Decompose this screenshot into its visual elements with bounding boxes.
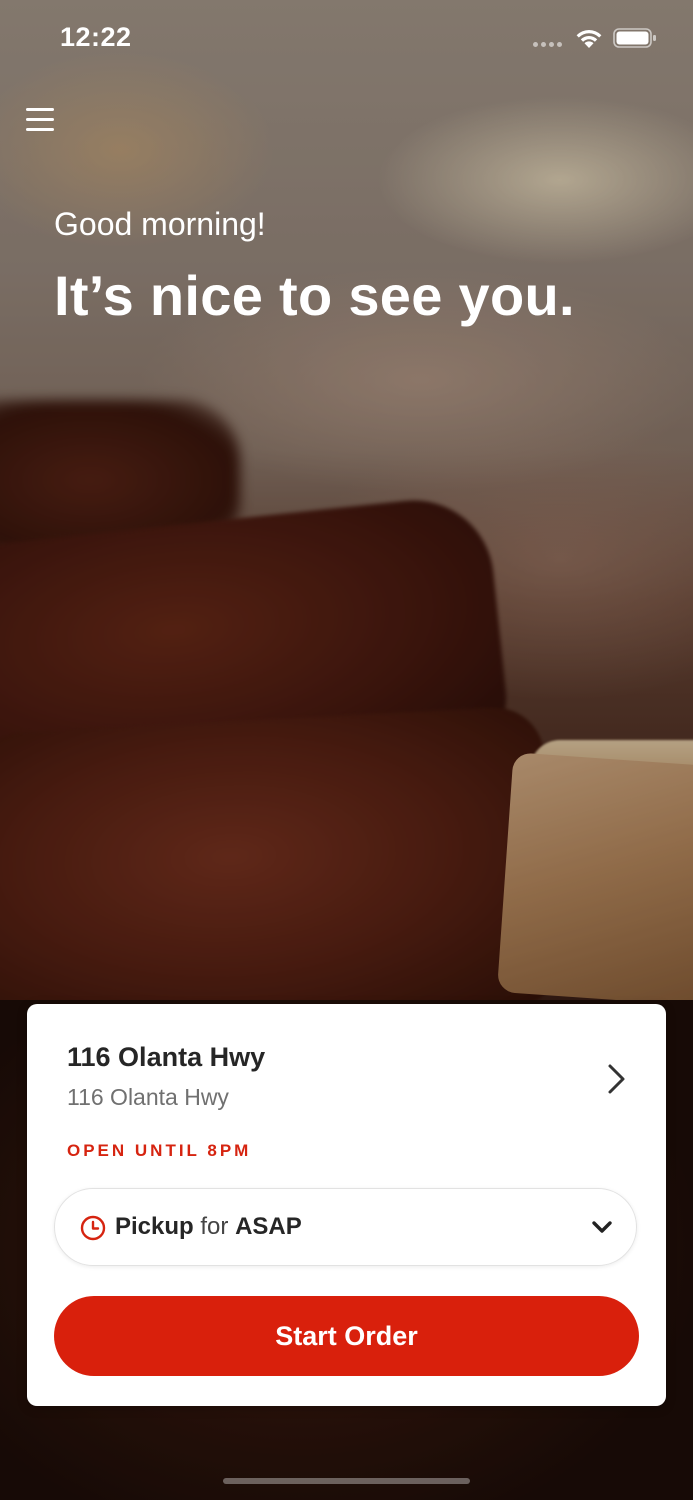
start-order-button[interactable]: Start Order — [54, 1296, 639, 1376]
hamburger-menu-icon[interactable] — [22, 102, 58, 138]
location-card: 116 Olanta Hwy 116 Olanta Hwy OPEN UNTIL… — [27, 1004, 666, 1406]
order-connector: for — [200, 1213, 229, 1240]
battery-icon — [613, 28, 656, 48]
location-name: 116 Olanta Hwy — [67, 1042, 266, 1072]
chevron-down-icon — [592, 1221, 612, 1233]
page-headline: It’s nice to see you. — [54, 264, 575, 327]
clock-icon — [80, 1215, 106, 1241]
wifi-icon — [576, 30, 602, 48]
chevron-right-icon[interactable] — [601, 1062, 631, 1096]
order-time: ASAP — [235, 1213, 302, 1240]
order-type-dropdown[interactable]: Pickup for ASAP — [54, 1188, 637, 1266]
hours-status-badge: OPEN UNTIL 8PM — [67, 1141, 252, 1160]
location-address: 116 Olanta Hwy — [67, 1084, 229, 1110]
location-selector[interactable]: 116 Olanta Hwy 116 Olanta Hwy — [27, 1004, 666, 1134]
order-type-label: Pickup for ASAP — [115, 1213, 302, 1241]
status-time: 12:22 — [60, 22, 132, 52]
greeting-text: Good morning! — [54, 206, 266, 242]
order-mode: Pickup — [115, 1213, 194, 1240]
home-indicator[interactable] — [223, 1478, 470, 1484]
cellular-signal-icon — [533, 42, 565, 48]
status-bar: 12:22 — [0, 0, 693, 80]
